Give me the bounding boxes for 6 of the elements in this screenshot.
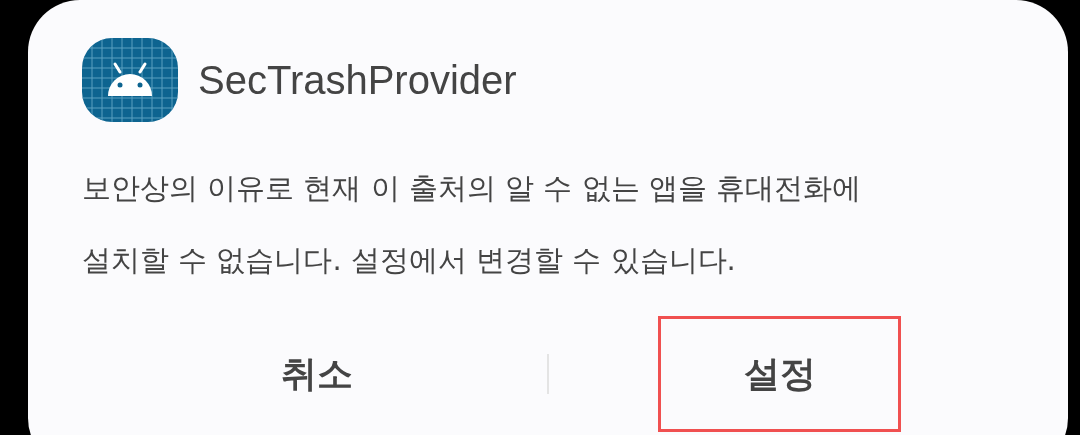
android-app-icon [82,38,178,122]
app-name: SecTrashProvider [198,57,517,103]
dialog-button[interactable]: 취소 [195,316,438,432]
message-text: 보안상의 이유로 현재 이 출처의 알 수 없는 앱을 휴대전화에 [82,170,862,207]
dialog-button[interactable]: 설정 [658,316,901,432]
message-text: 설치할 수 없습니다. 설정에서 변경할 수 있습니다. [82,242,737,279]
